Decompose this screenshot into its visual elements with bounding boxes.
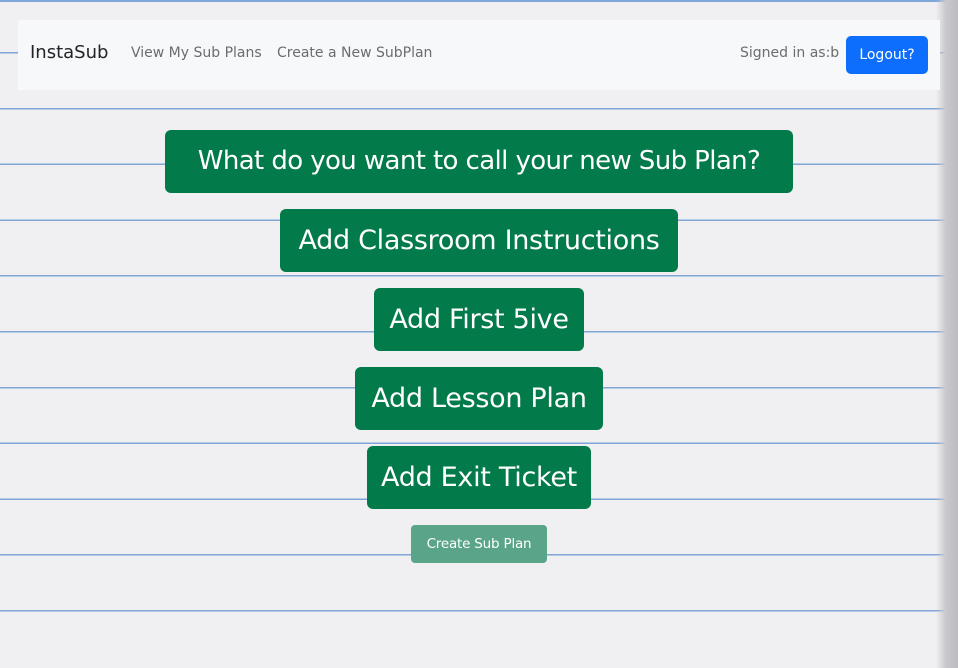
add-first-five-button[interactable]: Add First 5ive [374,288,584,351]
ruled-paper-top-line [0,0,958,2]
page-edge-shadow [936,0,958,668]
add-lesson-plan-button[interactable]: Add Lesson Plan [355,367,603,430]
navbar: InstaSub View My Sub Plans Create a New … [18,20,940,90]
nav-link-view-sub-plans[interactable]: View My Sub Plans [131,45,262,61]
create-sub-plan-button[interactable]: Create Sub Plan [411,525,547,563]
brand-link[interactable]: InstaSub [30,42,108,63]
add-classroom-instructions-button[interactable]: Add Classroom Instructions [280,209,678,272]
nav-link-create-subplan[interactable]: Create a New SubPlan [277,45,432,61]
add-exit-ticket-button[interactable]: Add Exit Ticket [367,446,591,509]
name-sub-plan-button[interactable]: What do you want to call your new Sub Pl… [165,130,793,193]
logout-button[interactable]: Logout? [846,36,928,74]
signed-in-label: Signed in as:b [740,45,840,61]
